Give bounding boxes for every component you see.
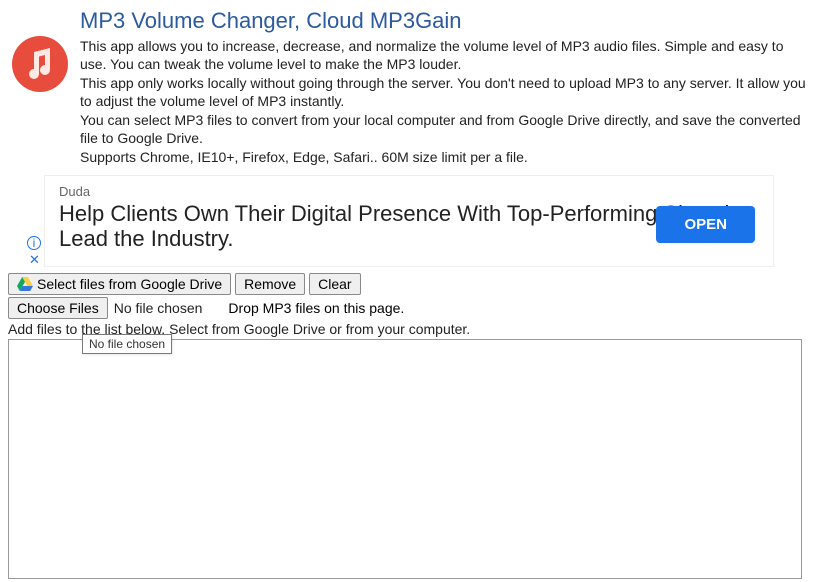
ad-headline: Help Clients Own Their Digital Presence … xyxy=(59,201,759,252)
clear-button[interactable]: Clear xyxy=(309,273,360,295)
desc-line-1: This app allows you to increase, decreas… xyxy=(80,38,812,73)
ad-brand: Duda xyxy=(59,184,759,199)
gdrive-icon xyxy=(17,277,33,291)
remove-button[interactable]: Remove xyxy=(235,273,305,295)
file-list-textarea[interactable] xyxy=(8,339,802,579)
file-status-text: No file chosen xyxy=(114,300,203,316)
select-gdrive-button[interactable]: Select files from Google Drive xyxy=(8,273,231,295)
file-tooltip: No file chosen xyxy=(82,334,172,354)
gdrive-button-label: Select files from Google Drive xyxy=(37,276,222,292)
drop-hint: Drop MP3 files on this page. xyxy=(228,300,404,316)
ad-info-icon[interactable]: i xyxy=(27,236,41,250)
desc-line-2: This app only works locally without goin… xyxy=(80,75,812,110)
page-title: MP3 Volume Changer, Cloud MP3Gain xyxy=(80,8,812,34)
desc-line-4: Supports Chrome, IE10+, Firefox, Edge, S… xyxy=(80,149,812,167)
ad-open-button[interactable]: OPEN xyxy=(656,206,755,243)
app-logo xyxy=(10,34,70,94)
desc-line-3: You can select MP3 files to convert from… xyxy=(80,112,812,147)
ad-banner[interactable]: i ✕ Duda Help Clients Own Their Digital … xyxy=(44,175,774,267)
ad-close-icon[interactable]: ✕ xyxy=(29,252,40,268)
choose-files-button[interactable]: Choose Files xyxy=(8,297,108,319)
